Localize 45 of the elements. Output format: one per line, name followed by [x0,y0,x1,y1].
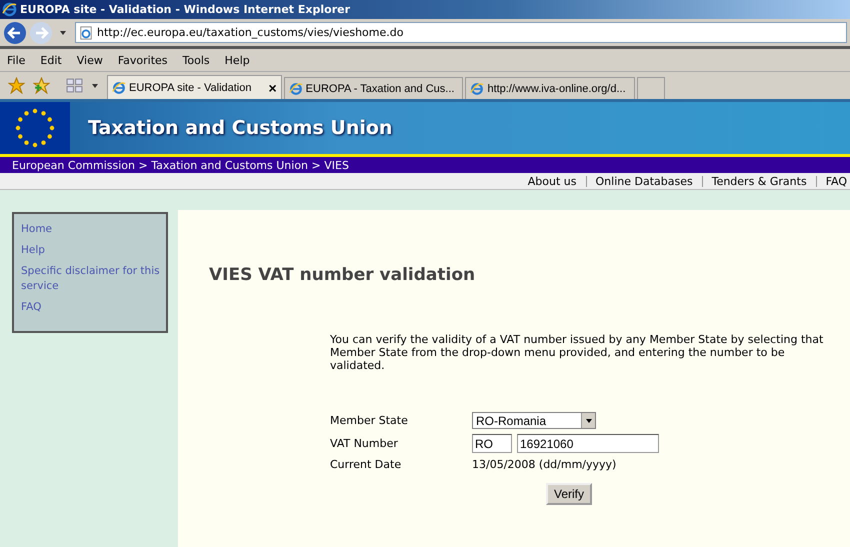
menu-item[interactable]: Edit [40,54,62,66]
sidebar-link[interactable]: Home [21,222,166,237]
caret-icon [584,416,592,424]
eu-flag-icon [0,102,70,154]
country-code-field[interactable]: RO [472,434,512,453]
window-title: EUROPA site - Validation - Windows Internet Explorer [20,3,350,16]
sidebar-link[interactable]: Help [21,243,166,258]
form-label: Member State [330,414,409,427]
banner-title: Taxation and Customs Union [88,117,392,139]
page-heading: VIES VAT number validation [209,265,476,285]
sidebar-link[interactable]: FAQ [21,300,166,315]
new-tab-button[interactable] [636,77,665,99]
menu-item[interactable]: Favorites [118,54,168,66]
form-label: Current Date [330,458,402,471]
caret-icon[interactable] [91,82,99,90]
star-icon[interactable] [8,77,25,94]
sidebar-link[interactable]: Specific disclaimer for this service [21,264,166,294]
back-icon[interactable] [3,20,27,44]
menu-item[interactable]: File [7,54,26,66]
form-label: VAT Number [330,437,399,450]
browser-logo-icon [288,82,303,96]
menu-item[interactable]: Tools [182,54,210,66]
top-link[interactable]: Online Databases [586,174,702,188]
browser-tab[interactable]: EUROPA - Taxation and Cus... [284,77,464,99]
browser-tab[interactable]: EUROPA site - Validation × [107,75,282,99]
intro-text: You can verify the validity of a VAT number issued by any Member State by selecting that Member State from the drop-down menu provided, and entering the number to be validated. [330,333,824,372]
browser-tab[interactable]: http://www.iva-online.org/d... [465,77,635,99]
browser-logo-icon [470,82,484,96]
top-link[interactable]: Tenders & Grants [702,174,816,188]
browser-logo-icon [2,2,17,17]
verify-button[interactable]: Verify [546,483,592,505]
vat-number-field[interactable]: 16921060 [517,434,659,453]
top-link[interactable]: FAQ [816,174,850,188]
browser-logo-icon [112,80,126,94]
address-field[interactable]: http://ec.europa.eu/taxation_customs/vies/vieshome.do [75,22,847,43]
menu-item[interactable]: View [76,54,103,66]
date-value: 13/05/2008 (dd/mm/yyyy) [472,458,618,471]
top-link[interactable]: About us [518,174,586,188]
page-icon [79,26,93,40]
add-favorite-icon[interactable] [33,77,50,94]
breadcrumb: European Commission > Taxation and Customs Union > VIES [12,158,349,172]
quick-tabs-icon[interactable] [66,77,83,94]
member-state-dropdown[interactable]: RO-Romania [472,412,596,429]
menu-item[interactable]: Help [224,54,250,66]
caret-icon[interactable] [59,28,67,36]
